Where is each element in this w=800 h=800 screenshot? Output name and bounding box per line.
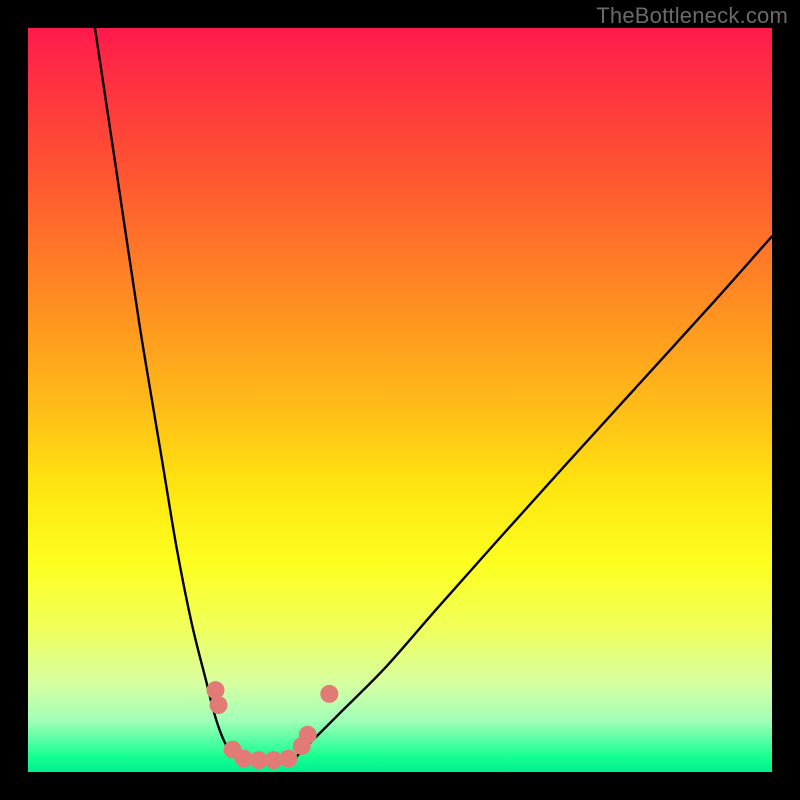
- marker-group: [206, 681, 338, 769]
- watermark-text: TheBottleneck.com: [596, 3, 788, 29]
- marker-dot: [299, 726, 317, 744]
- chart-frame: TheBottleneck.com: [0, 0, 800, 800]
- curve-svg: [28, 28, 772, 772]
- bottleneck-curve: [95, 28, 772, 761]
- marker-dot: [206, 681, 224, 699]
- marker-dot: [279, 750, 297, 768]
- plot-area: [28, 28, 772, 772]
- marker-dot: [320, 685, 338, 703]
- marker-dot: [209, 696, 227, 714]
